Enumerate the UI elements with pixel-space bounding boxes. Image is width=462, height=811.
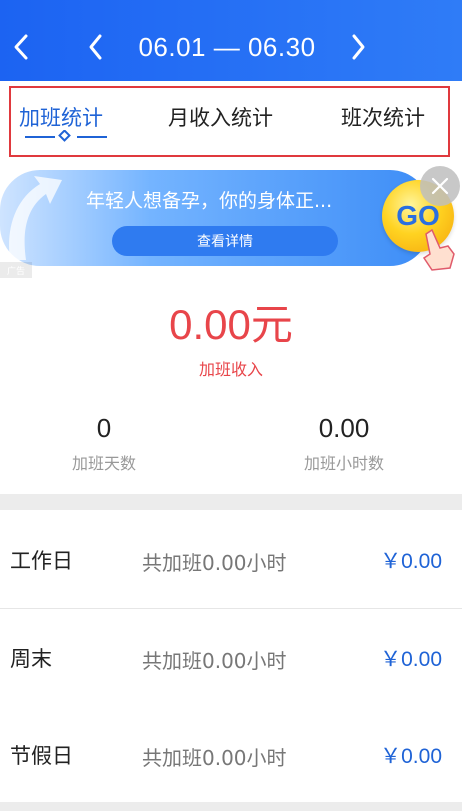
row-hours: 共加班0.00小时 xyxy=(142,551,287,575)
active-tab-indicator xyxy=(25,130,107,142)
tab-overtime-stats[interactable]: 加班统计 xyxy=(19,102,103,132)
overtime-hours-label: 加班小时数 xyxy=(303,454,384,473)
back-button[interactable] xyxy=(6,30,36,64)
overtime-income-label: 加班收入 xyxy=(198,360,263,379)
previous-period-button[interactable] xyxy=(82,29,110,65)
row-amount: ￥0.00 xyxy=(380,745,442,768)
overtime-income-value: 0.00元 xyxy=(169,301,293,348)
ad-title: 年轻人想备孕，你的身体正... xyxy=(86,190,333,212)
overtime-hours-stat: 0.00 加班小时数 xyxy=(269,412,419,474)
overtime-days-value: 0 xyxy=(96,413,112,443)
chevron-left-icon xyxy=(89,34,102,60)
ad-banner[interactable]: 年轻人想备孕，你的身体正... 查看详情 GO 广告 xyxy=(0,166,462,278)
status-bar xyxy=(0,0,462,10)
tab-shift-stats[interactable]: 班次统计 xyxy=(341,102,425,132)
list-item-weekend[interactable]: 周末 共加班0.00小时 ￥0.00 xyxy=(0,609,462,707)
ad-view-details-button[interactable]: 查看详情 xyxy=(112,226,338,256)
ad-close-button[interactable] xyxy=(420,166,460,206)
statistics-tab-bar: 加班统计 月收入统计 班次统计 xyxy=(9,86,450,157)
row-amount: ￥0.00 xyxy=(380,648,442,671)
row-hours: 共加班0.00小时 xyxy=(142,746,287,770)
chevron-right-icon xyxy=(352,34,365,60)
overtime-days-label: 加班天数 xyxy=(71,454,136,473)
row-label: 工作日 xyxy=(10,549,73,573)
tab-monthly-income-stats[interactable]: 月收入统计 xyxy=(168,102,273,132)
date-range-selector: 06.01 — 06.30 xyxy=(82,28,372,66)
overtime-income-summary: 0.00元 加班收入 xyxy=(0,300,462,380)
overtime-days-stat: 0 加班天数 xyxy=(29,412,179,474)
list-item-holiday[interactable]: 节假日 共加班0.00小时 ￥0.00 xyxy=(0,706,462,804)
row-amount: ￥0.00 xyxy=(380,550,442,573)
curved-arrow-icon xyxy=(9,176,63,260)
row-label: 周末 xyxy=(10,647,52,671)
overtime-hours-value: 0.00 xyxy=(318,413,370,443)
top-app-bar: 06.01 — 06.30 xyxy=(0,0,462,81)
section-divider xyxy=(0,494,462,510)
list-item-weekday[interactable]: 工作日 共加班0.00小时 ￥0.00 xyxy=(0,511,462,609)
close-icon xyxy=(431,177,449,195)
bottom-divider xyxy=(0,802,462,811)
pointing-hand-icon xyxy=(422,228,455,271)
row-hours: 共加班0.00小时 xyxy=(142,649,287,673)
next-period-button[interactable] xyxy=(344,29,372,65)
date-range-label[interactable]: 06.01 — 06.30 xyxy=(138,32,315,63)
ad-tag: 广告 xyxy=(0,262,32,278)
row-label: 节假日 xyxy=(10,744,73,768)
back-arrow-icon xyxy=(14,34,28,60)
